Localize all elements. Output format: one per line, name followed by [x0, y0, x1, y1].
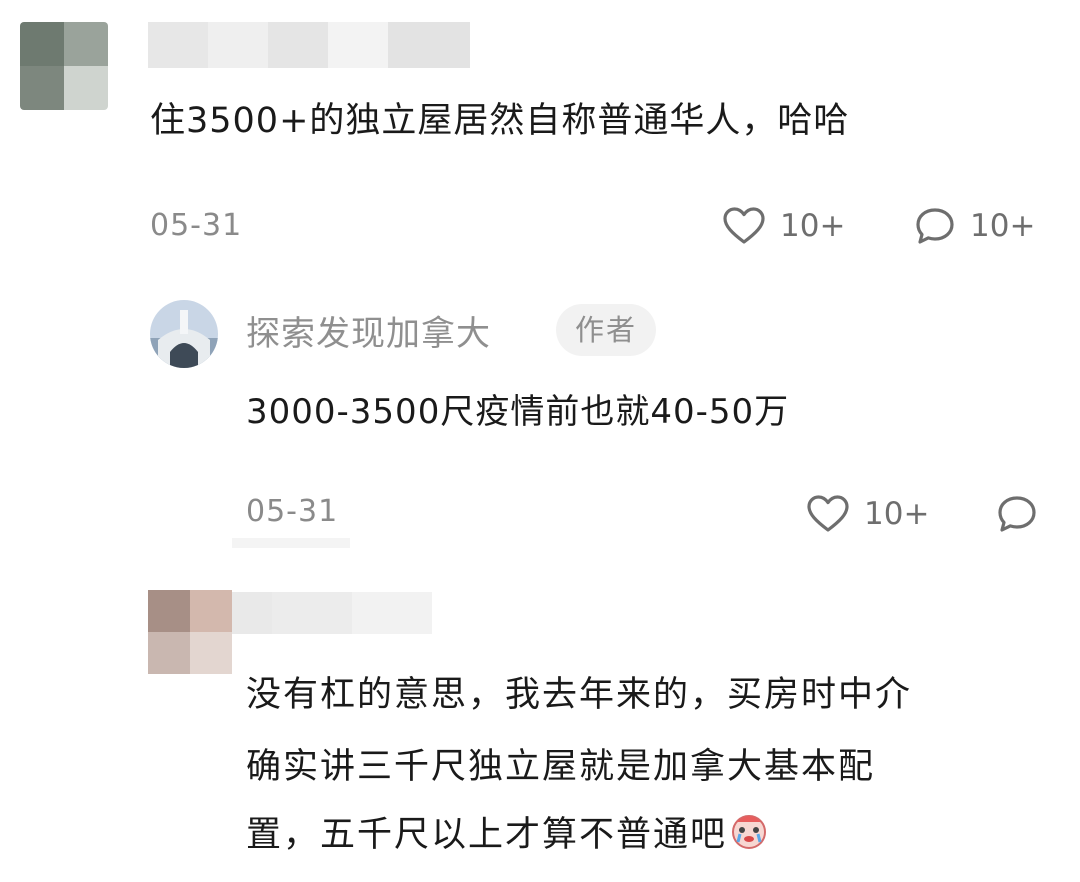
username-blurred[interactable] [148, 22, 470, 68]
like-count: 10+ [780, 208, 846, 244]
reply-button[interactable]: 10+ [914, 206, 1035, 246]
reply-like-button[interactable]: 10+ [806, 494, 929, 534]
comment-text-line-content: 置，五千尺以上才算不普通吧 [246, 815, 728, 855]
comment-text-line: 没有杠的意思，我去年来的，买房时中介 [246, 675, 913, 715]
commenter-avatar-blurred[interactable] [148, 590, 232, 674]
author-badge: 作者 [556, 304, 656, 356]
comment-text-line: 确实讲三千尺独立屋就是加拿大基本配 [246, 747, 876, 787]
comment-date: 05-31 [150, 208, 243, 243]
comment-text-line: 置，五千尺以上才算不普通吧 [246, 806, 771, 859]
chat-bubble-icon [996, 494, 1038, 534]
reply-date: 05-31 [246, 494, 339, 529]
username-blurred[interactable] [232, 592, 432, 634]
like-button[interactable]: 10+ [722, 206, 845, 246]
commenter-avatar-blurred[interactable] [20, 22, 108, 110]
author-avatar[interactable] [150, 300, 218, 368]
author-username[interactable]: 探索发现加拿大 [246, 306, 491, 355]
reply-text: 3000-3500尺疫情前也就40-50万 [246, 392, 790, 432]
reply-reply-button[interactable] [996, 494, 1038, 534]
chat-bubble-icon [914, 206, 956, 246]
comment-text: 住3500+的独立屋居然自称普通华人，哈哈 [150, 101, 850, 141]
heart-outline-icon [806, 494, 850, 534]
heart-outline-icon [722, 206, 766, 246]
like-count: 10+ [864, 496, 930, 532]
divider [232, 538, 350, 548]
reply-count: 10+ [970, 208, 1036, 244]
crying-clown-emoji-icon [727, 808, 771, 859]
